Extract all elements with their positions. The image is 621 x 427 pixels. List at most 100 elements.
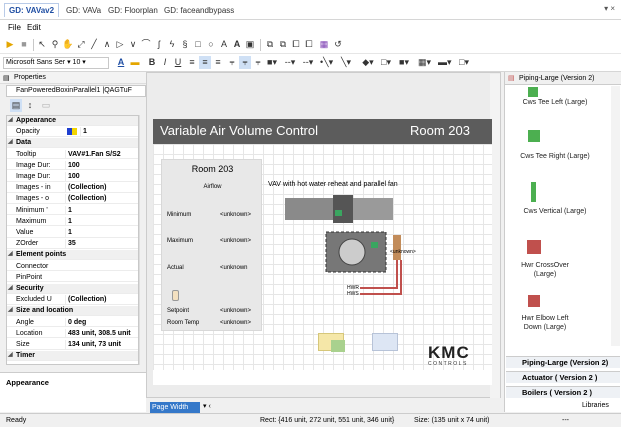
cws-tee-left-icon[interactable] bbox=[528, 87, 538, 97]
bring-front-icon[interactable]: ⧠ bbox=[290, 38, 302, 51]
categorized-icon[interactable]: ▤ bbox=[10, 99, 22, 112]
property-row[interactable]: Minimum ' 1 bbox=[7, 205, 138, 216]
property-value[interactable]: (Collection) bbox=[65, 295, 138, 305]
polyline-icon[interactable]: ∧ bbox=[101, 38, 113, 51]
property-pages-icon[interactable]: ▭ bbox=[40, 99, 52, 112]
property-category[interactable]: ◢ Appearance bbox=[7, 116, 138, 126]
property-row[interactable]: Image Dur: 100 bbox=[7, 160, 138, 171]
properties-scrollbar[interactable] bbox=[139, 115, 146, 365]
underline-icon[interactable]: U bbox=[172, 56, 184, 69]
highlight-icon[interactable]: ▬ bbox=[129, 56, 141, 69]
rotate-icon[interactable]: ↺ bbox=[332, 38, 344, 51]
expand-icon[interactable]: ◢ bbox=[8, 351, 13, 360]
library-scrollbar[interactable] bbox=[611, 86, 620, 346]
property-value[interactable]: 0 deg bbox=[65, 317, 138, 327]
lib-cws-vertical[interactable]: Cws Vertical (Large) bbox=[510, 207, 600, 216]
valign-bottom-icon[interactable]: ⫧ bbox=[252, 56, 264, 69]
line-width-icon[interactable]: ■▾ bbox=[266, 56, 278, 69]
property-category[interactable]: ◢ Security bbox=[7, 284, 138, 294]
menu-edit[interactable]: Edit bbox=[27, 23, 41, 32]
send-back-icon[interactable]: ⧠ bbox=[303, 38, 315, 51]
property-row[interactable]: Image Dur: 100 bbox=[7, 172, 138, 182]
lib-section-actuator[interactable]: Actuator ( Version 2 ) bbox=[506, 371, 620, 383]
align-right-icon[interactable]: ≡ bbox=[212, 56, 224, 69]
lib-cws-tee-right[interactable]: Cws Tee Right (Large) bbox=[510, 152, 600, 161]
connector-icon[interactable]: ⤢ bbox=[75, 38, 87, 51]
actual-value[interactable]: <unknown bbox=[220, 265, 248, 271]
polygon-icon[interactable]: ▷ bbox=[114, 38, 126, 51]
ungroup-icon[interactable]: ⧉ bbox=[277, 38, 289, 51]
property-value[interactable]: (Collection) bbox=[65, 183, 138, 193]
gradient-icon[interactable]: ■▾ bbox=[398, 56, 410, 69]
room-temp-value[interactable]: <unknown> bbox=[220, 320, 251, 326]
property-row[interactable]: PinPoint bbox=[7, 273, 138, 283]
dash-style-icon[interactable]: -‐▾ bbox=[302, 56, 314, 69]
setpoint-value[interactable]: <unknown> bbox=[220, 308, 251, 314]
line-end-icon[interactable]: ╲▾ bbox=[340, 56, 352, 69]
fill-style-icon[interactable]: □▾ bbox=[380, 56, 392, 69]
expand-icon[interactable]: ◢ bbox=[8, 284, 13, 293]
property-value[interactable]: 35 bbox=[65, 239, 138, 249]
zoom-icon[interactable]: ⚲ bbox=[49, 38, 61, 51]
property-row[interactable]: Images - o (Collection) bbox=[7, 194, 138, 204]
property-value[interactable]: 100 bbox=[65, 160, 138, 170]
line-icon[interactable]: ╱ bbox=[88, 38, 100, 51]
font-family-select[interactable]: Microsoft Sans Ser ▾ 10 ▾ bbox=[3, 57, 109, 69]
property-value[interactable]: 1 bbox=[65, 216, 138, 226]
zoom-dropdown-icon[interactable]: ▾ ‹ bbox=[203, 402, 211, 410]
cws-tee-right-icon[interactable] bbox=[528, 130, 540, 142]
property-row[interactable]: Location 483 unit, 308.5 unit bbox=[7, 328, 138, 339]
ellipse-icon[interactable]: ○ bbox=[205, 38, 217, 51]
shadow-icon[interactable]: ▬▾ bbox=[438, 56, 452, 69]
run-icon[interactable]: ▶ bbox=[4, 38, 16, 51]
expand-icon[interactable]: ◢ bbox=[8, 306, 13, 315]
tab-overflow-icon[interactable]: ▾ × bbox=[604, 4, 615, 13]
line-style-icon[interactable]: --▾ bbox=[284, 56, 296, 69]
text-shape-icon[interactable]: A bbox=[218, 38, 230, 51]
align-icon[interactable]: ▦ bbox=[318, 38, 330, 51]
property-value[interactable]: 483 unit, 308.5 unit bbox=[65, 328, 138, 338]
lib-section-piping[interactable]: Piping-Large (Version 2) bbox=[506, 356, 620, 368]
align-center-icon[interactable]: ≡ bbox=[199, 56, 211, 69]
property-category[interactable]: ◢ Timer bbox=[7, 351, 138, 361]
property-value[interactable]: 134 unit, 73 unit bbox=[65, 340, 138, 349]
property-value[interactable]: 1 bbox=[65, 205, 138, 215]
hwr-crossover-icon[interactable] bbox=[527, 240, 541, 254]
bold-icon[interactable]: B bbox=[146, 56, 158, 69]
image-icon[interactable]: ▣ bbox=[244, 38, 256, 51]
line-start-icon[interactable]: •╲▾ bbox=[320, 56, 333, 69]
property-row[interactable]: Size 134 unit, 73 unit bbox=[7, 340, 138, 350]
tab-vavav2[interactable]: GD: VAVav2 bbox=[4, 3, 60, 17]
property-row[interactable]: Value 1 bbox=[7, 228, 138, 238]
property-row[interactable]: Opacity 1 bbox=[7, 127, 138, 137]
property-value[interactable]: 100 bbox=[65, 172, 138, 181]
property-row[interactable]: Connector bbox=[7, 262, 138, 272]
hwr-elbow-icon[interactable] bbox=[528, 295, 540, 307]
property-value[interactable]: 1 bbox=[65, 228, 138, 237]
property-row[interactable]: Images - in (Collection) bbox=[7, 183, 138, 193]
expand-icon[interactable]: ◢ bbox=[8, 138, 13, 147]
italic-icon[interactable]: I bbox=[159, 56, 171, 69]
fill-color-icon[interactable]: ◆▾ bbox=[362, 56, 374, 69]
pointer-icon[interactable]: ↖ bbox=[36, 38, 48, 51]
property-value[interactable]: VAV#1.Fan S/S2 bbox=[65, 149, 138, 159]
font-color-icon[interactable]: A bbox=[115, 56, 127, 69]
lib-hwr-elbow-left-down[interactable]: Hwr Elbow Left Down (Large) bbox=[515, 314, 575, 332]
property-row[interactable]: Tooltip VAV#1.Fan S/S2 bbox=[7, 149, 138, 160]
lib-hwr-crossover[interactable]: Hwr CrossOver (Large) bbox=[515, 261, 575, 279]
tab-vava[interactable]: GD: VAVa bbox=[62, 4, 105, 18]
freehand-icon[interactable]: ϟ bbox=[166, 38, 178, 51]
property-value[interactable]: (Collection) bbox=[65, 194, 138, 204]
valign-top-icon[interactable]: ⫧ bbox=[226, 56, 238, 69]
property-category[interactable]: ◢ Element points bbox=[7, 250, 138, 260]
valign-middle-icon[interactable]: ⫧ bbox=[239, 56, 251, 69]
pan-icon[interactable]: ✋ bbox=[62, 38, 74, 51]
arc-icon[interactable]: ⌒ bbox=[140, 38, 152, 51]
expand-icon[interactable]: ◢ bbox=[8, 250, 13, 259]
property-category[interactable]: ◢ Size and location bbox=[7, 306, 138, 316]
libraries-label[interactable]: Libraries bbox=[582, 402, 609, 409]
spline-icon[interactable]: § bbox=[179, 38, 191, 51]
shape-icon[interactable]: □▾ bbox=[458, 56, 470, 69]
stop-icon[interactable]: ■ bbox=[18, 38, 30, 51]
property-row[interactable]: Maximum 1 bbox=[7, 216, 138, 227]
